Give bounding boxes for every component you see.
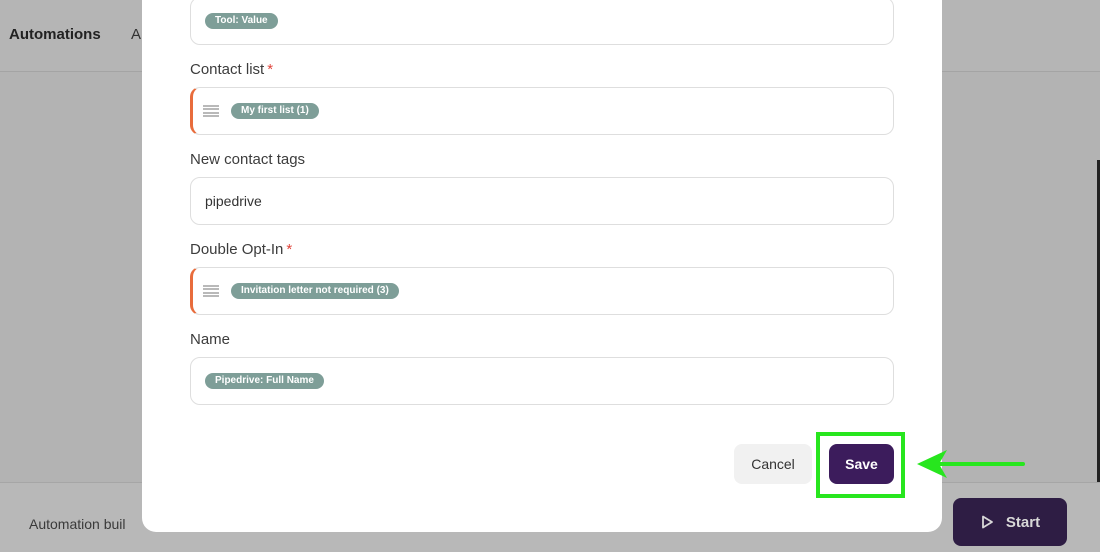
new-contact-tags-label: New contact tags bbox=[190, 151, 306, 168]
tags-value: pipedrive bbox=[205, 193, 262, 209]
start-label: Start bbox=[1005, 513, 1041, 531]
list-icon bbox=[203, 105, 219, 117]
contact-list-label: Contact list * bbox=[190, 61, 274, 78]
double-opt-in-label: Double Opt-In * bbox=[190, 241, 293, 258]
name-label: Name bbox=[190, 331, 231, 348]
nav-item-partial[interactable]: A bbox=[131, 26, 141, 43]
contact-list-select[interactable]: My first list (1) bbox=[190, 87, 894, 135]
required-mark: * bbox=[267, 61, 274, 78]
name-field[interactable]: Pipedrive: Full Name bbox=[190, 357, 894, 405]
save-highlight-box bbox=[816, 432, 905, 498]
page-title: Automations bbox=[9, 26, 101, 43]
start-button[interactable]: Start bbox=[953, 498, 1067, 546]
new-contact-tags-input[interactable]: pipedrive bbox=[190, 177, 894, 225]
breadcrumb: Automation buil bbox=[29, 516, 126, 532]
cancel-button[interactable]: Cancel bbox=[734, 444, 812, 484]
tool-value-field[interactable]: Tool: Value bbox=[190, 0, 894, 45]
double-opt-in-select[interactable]: Invitation letter not required (3) bbox=[190, 267, 894, 315]
arrow-icon bbox=[917, 450, 1025, 478]
tool-value-chip: Tool: Value bbox=[205, 13, 278, 29]
name-chip: Pipedrive: Full Name bbox=[205, 373, 324, 389]
double-opt-in-chip: Invitation letter not required (3) bbox=[231, 283, 399, 299]
play-icon bbox=[982, 515, 993, 529]
contact-list-chip: My first list (1) bbox=[231, 103, 319, 119]
list-icon bbox=[203, 285, 219, 297]
required-mark: * bbox=[286, 241, 293, 258]
